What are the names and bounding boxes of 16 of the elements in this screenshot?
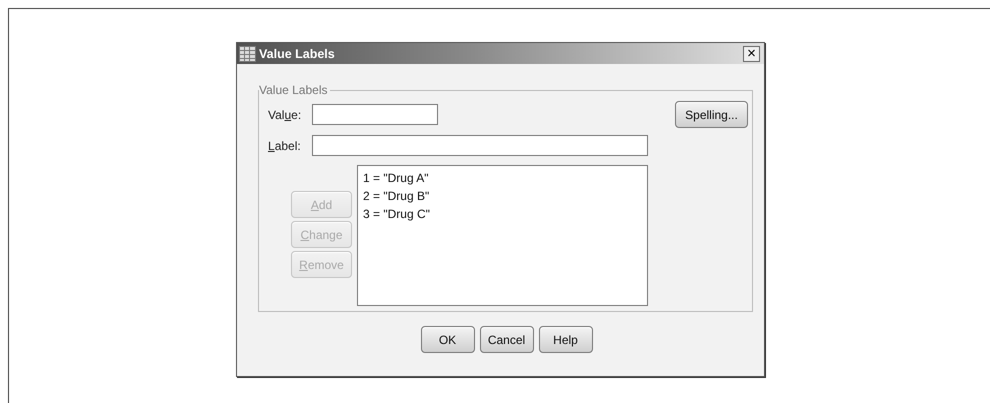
list-item[interactable]: 1 = "Drug A" [362, 169, 430, 187]
list-item[interactable]: 2 = "Drug B" [362, 187, 430, 205]
field-label: Value: [267, 108, 302, 122]
spelling-button[interactable]: Spelling... [675, 101, 748, 128]
label-field[interactable] [312, 135, 648, 156]
dialog-button[interactable]: Cancel [480, 326, 534, 353]
dialog-button[interactable]: OK [420, 326, 474, 353]
field-label: Label: [267, 138, 302, 152]
list-item[interactable]: 3 = "Drug C" [362, 205, 431, 223]
grid-icon [239, 46, 256, 62]
group-title: Value Labels [259, 83, 328, 97]
value-labels-list[interactable]: 1 = "Drug A" 2 = "Drug B" 3 = "Drug C" [357, 165, 648, 306]
value-field[interactable] [312, 104, 438, 125]
dialog-button[interactable]: Help [538, 326, 592, 353]
close-button[interactable]: × [743, 46, 760, 62]
window-title: Value Labels [259, 46, 336, 60]
